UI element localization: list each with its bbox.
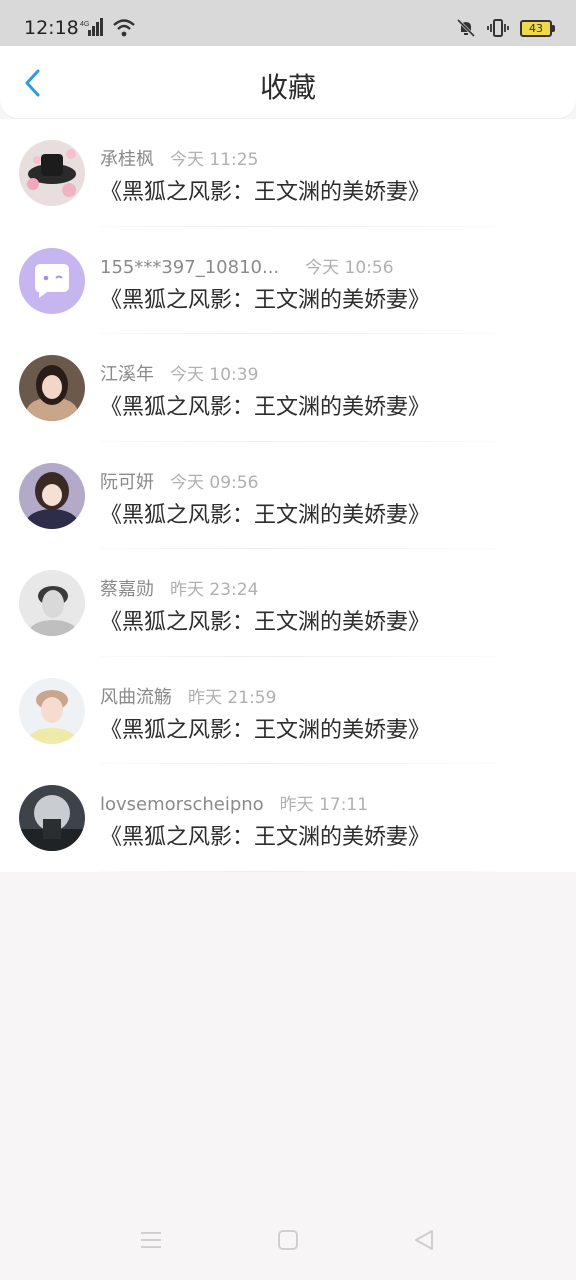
message-text: 《黑狐之风影：王文渊的美娇妻》 [100,717,431,743]
timestamp: 今天 10:56 [305,257,394,278]
header: 收藏 [0,46,576,118]
system-nav-bar [0,1200,576,1280]
message-text: 《黑狐之风影：王文渊的美娇妻》 [100,395,431,420]
avatar[interactable] [19,462,85,529]
avatar[interactable] [19,140,85,206]
message-text: 《黑狐之风影：王文渊的美娇妻》 [100,502,431,528]
menu-icon [141,1232,161,1248]
back-nav-button[interactable] [406,1222,442,1258]
timestamp: 今天 10:39 [170,365,259,385]
message-text: 《黑狐之风影：王文渊的美娇妻》 [100,825,431,850]
home-square-icon [278,1230,298,1250]
favorites-list: 承桂枫 今天 11:25 《黑狐之风影：王文渊的美娇妻》 155***397_1… [0,119,576,872]
timestamp: 昨天 21:59 [188,687,277,708]
user-name: 蔡嘉勋 [100,579,154,600]
vibrate-icon [487,19,509,37]
user-name: 风曲流觞 [100,686,172,708]
signal-icon: 4G [80,18,103,36]
avatar[interactable] [19,785,85,851]
svg-text:4G: 4G [80,21,89,28]
message-text: 《黑狐之风影：王文渊的美娇妻》 [100,180,431,205]
back-triangle-icon [415,1230,433,1250]
timestamp: 今天 09:56 [170,472,259,493]
list-item[interactable]: 江溪年 今天 10:39 《黑狐之风影：王文渊的美娇妻》 [0,334,576,442]
list-item[interactable]: 155***397_10810... 今天 10:56 《黑狐之风影：王文渊的美… [0,227,576,334]
user-name: 阮可妍 [100,471,154,493]
list-item[interactable]: 承桂枫 今天 11:25 《黑狐之风影：王文渊的美娇妻》 [0,119,576,227]
list-item[interactable]: 阮可妍 今天 09:56 《黑狐之风影：王文渊的美娇妻》 [0,442,576,549]
timestamp: 昨天 17:11 [279,795,369,815]
menu-button[interactable] [133,1222,169,1258]
avatar[interactable] [19,355,85,421]
timestamp: 昨天 23:24 [170,580,259,600]
timestamp: 今天 11:25 [170,150,259,170]
message-text: 《黑狐之风影：王文渊的美娇妻》 [100,610,431,635]
avatar[interactable] [19,570,85,636]
user-name: lovsemorscheipno [100,794,264,815]
list-item[interactable]: 风曲流觞 昨天 21:59 《黑狐之风影：王文渊的美娇妻》 [0,657,576,764]
list-item[interactable]: lovsemorscheipno 昨天 17:11 《黑狐之风影：王文渊的美娇妻… [0,764,576,872]
page-title: 收藏 [259,71,316,104]
avatar[interactable] [19,677,85,744]
status-bar: 12:18 4G 43 [0,0,576,46]
mute-bell-icon [456,18,476,38]
avatar[interactable] [19,247,85,314]
list-item[interactable]: 蔡嘉勋 昨天 23:24 《黑狐之风影：王文渊的美娇妻》 [0,549,576,657]
user-name: 江溪年 [100,364,154,385]
user-name: 155***397_10810... [100,256,280,278]
message-text: 《黑狐之风影：王文渊的美娇妻》 [100,287,431,313]
status-time: 12:18 [24,17,79,39]
wifi-icon [113,19,135,37]
user-name: 承桂枫 [100,149,154,170]
home-button[interactable] [270,1222,306,1258]
battery-icon: 43 [520,19,555,37]
divider [100,870,496,872]
